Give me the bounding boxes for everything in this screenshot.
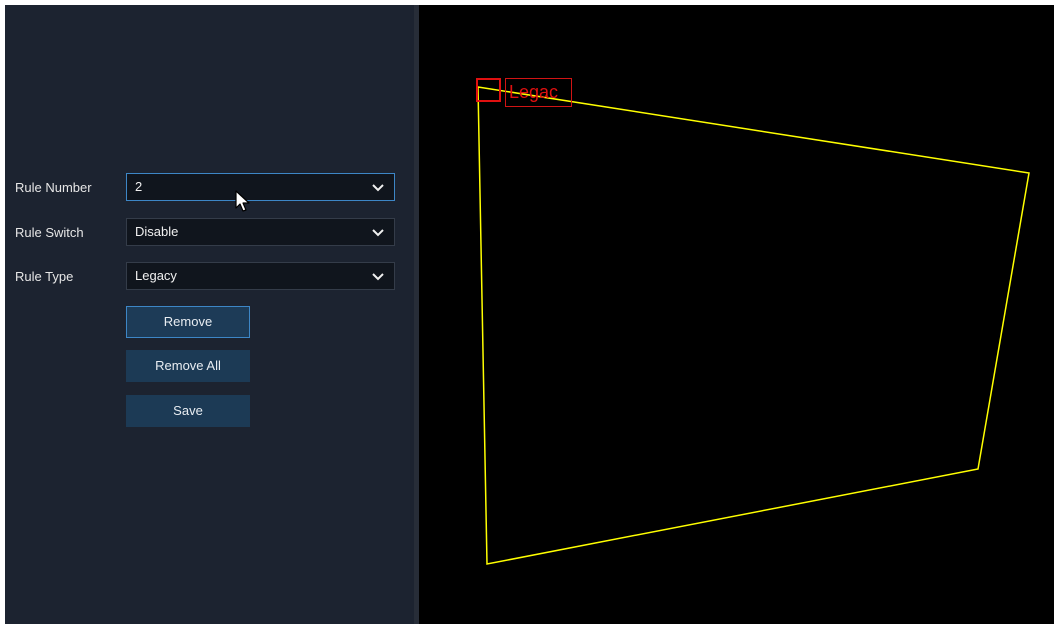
app-root: Rule Number 2 Rule Switch Disable Rule T… [0,0,1054,624]
region-label: Legac [505,78,572,107]
region-polygon [477,86,1030,565]
region-handle[interactable] [476,78,501,102]
